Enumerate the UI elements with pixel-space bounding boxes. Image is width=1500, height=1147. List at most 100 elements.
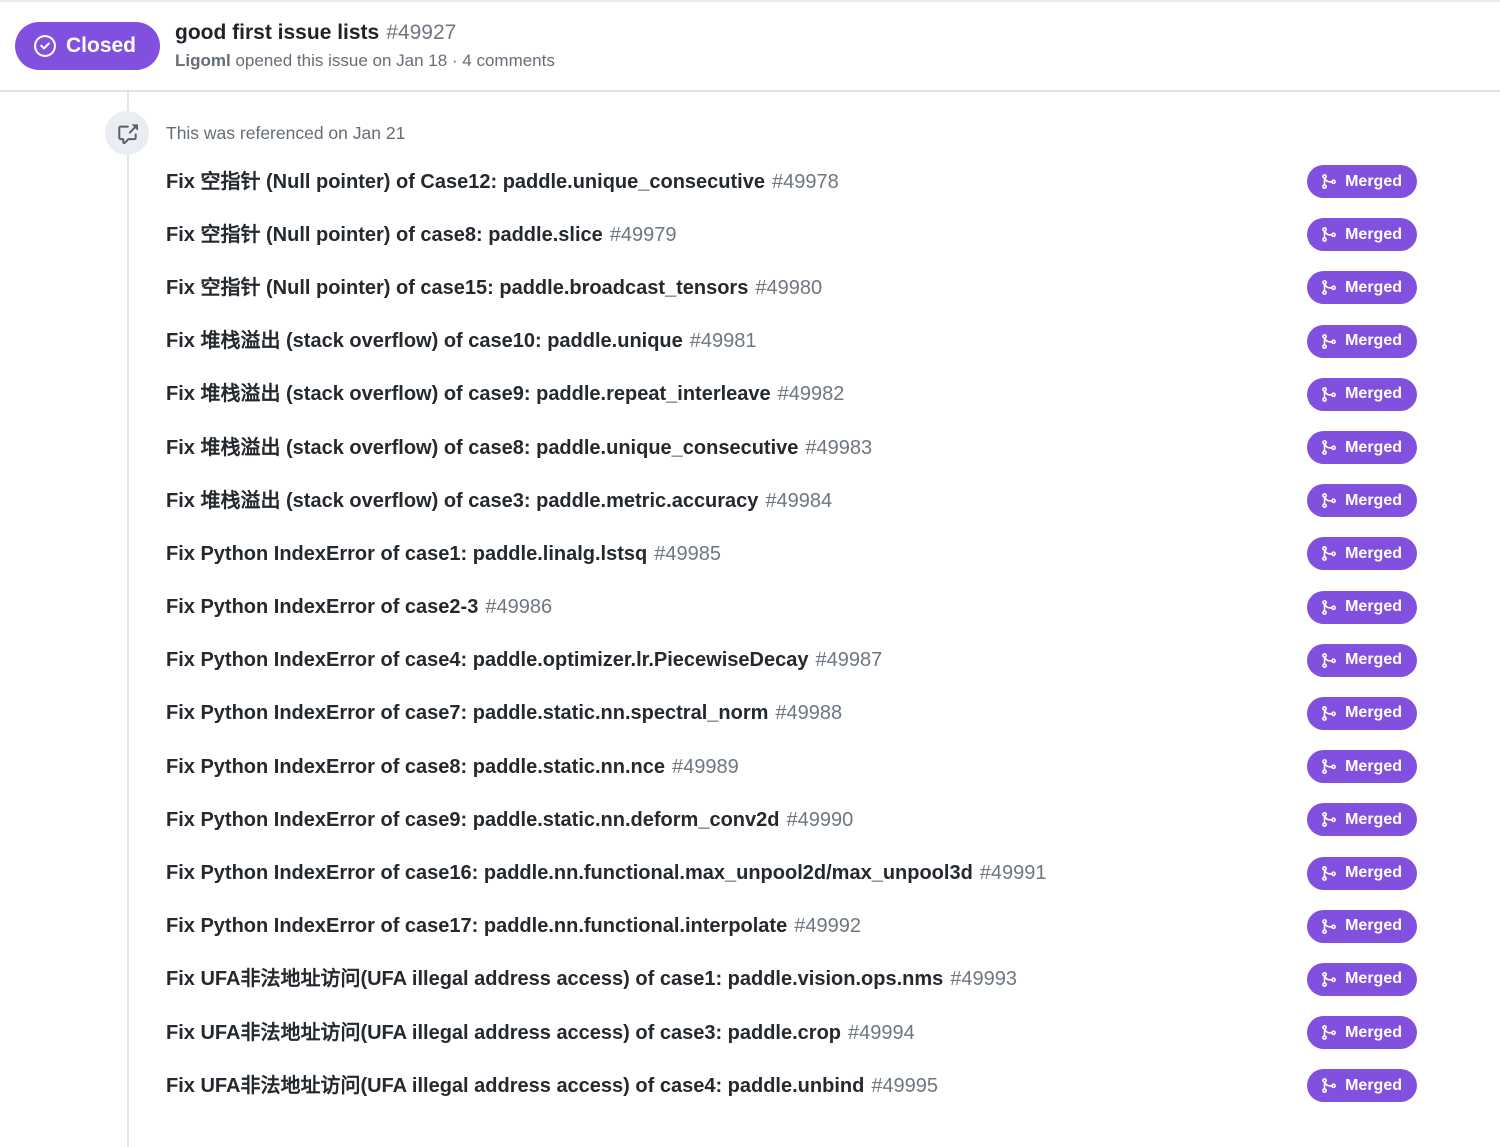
referenced-pr-number: #49983 xyxy=(805,437,872,459)
referenced-pr-link[interactable]: Fix 堆栈溢出 (stack overflow) of case3: padd… xyxy=(166,490,758,512)
referenced-item-row: Fix Python IndexError of case8: paddle.s… xyxy=(166,740,1417,793)
git-merge-icon xyxy=(1320,811,1337,828)
issue-title[interactable]: good first issue lists xyxy=(175,21,379,44)
referenced-item-row: Fix 堆栈溢出 (stack overflow) of case10: pad… xyxy=(166,315,1417,368)
referenced-pr-link[interactable]: Fix UFA非法地址访问(UFA illegal address access… xyxy=(166,968,943,990)
merged-badge[interactable]: Merged xyxy=(1307,963,1417,996)
merged-badge[interactable]: Merged xyxy=(1307,537,1417,570)
referenced-pr-link[interactable]: Fix UFA非法地址访问(UFA illegal address access… xyxy=(166,1075,864,1097)
referenced-pr-number: #49987 xyxy=(815,649,882,671)
git-merge-icon xyxy=(1320,173,1337,190)
git-merge-icon xyxy=(1320,599,1337,616)
referenced-item-row: Fix 堆栈溢出 (stack overflow) of case8: padd… xyxy=(166,421,1417,474)
merged-badge[interactable]: Merged xyxy=(1307,325,1417,358)
merged-badge[interactable]: Merged xyxy=(1307,591,1417,624)
issue-byline-text: opened this issue on Jan 18 · 4 comments xyxy=(231,51,555,70)
referenced-pr-title: Fix Python IndexError of case16: paddle.… xyxy=(166,860,1047,886)
referenced-pr-link[interactable]: Fix Python IndexError of case16: paddle.… xyxy=(166,862,973,884)
referenced-pr-link[interactable]: Fix 空指针 (Null pointer) of Case12: paddle… xyxy=(166,171,765,193)
merged-badge[interactable]: Merged xyxy=(1307,484,1417,517)
referenced-pr-number: #49989 xyxy=(672,756,739,778)
referenced-pr-link[interactable]: Fix Python IndexError of case1: paddle.l… xyxy=(166,543,647,565)
merged-badge[interactable]: Merged xyxy=(1307,271,1417,304)
referenced-pr-link[interactable]: Fix Python IndexError of case8: paddle.s… xyxy=(166,756,665,778)
git-merge-icon xyxy=(1320,333,1337,350)
referenced-pr-title: Fix 堆栈溢出 (stack overflow) of case9: padd… xyxy=(166,381,844,407)
merged-badge[interactable]: Merged xyxy=(1307,1016,1417,1049)
referenced-pr-link[interactable]: Fix Python IndexError of case4: paddle.o… xyxy=(166,649,808,671)
referenced-pr-title: Fix 空指针 (Null pointer) of Case12: paddle… xyxy=(166,169,839,195)
referenced-pr-number: #49982 xyxy=(778,383,845,405)
merged-badge[interactable]: Merged xyxy=(1307,378,1417,411)
referenced-pr-title: Fix Python IndexError of case8: paddle.s… xyxy=(166,754,739,780)
referenced-item-row: Fix Python IndexError of case2-3 #49986 M… xyxy=(166,581,1417,634)
merged-badge[interactable]: Merged xyxy=(1307,644,1417,677)
referenced-pr-link[interactable]: Fix 堆栈溢出 (stack overflow) of case10: pad… xyxy=(166,330,683,352)
cross-reference-event: This was referenced on Jan 21 xyxy=(105,111,405,155)
merged-badge[interactable]: Merged xyxy=(1307,1069,1417,1102)
merged-badge[interactable]: Merged xyxy=(1307,857,1417,890)
referenced-pr-link[interactable]: Fix Python IndexError of case2-3 xyxy=(166,596,478,618)
referenced-pr-link[interactable]: Fix UFA非法地址访问(UFA illegal address access… xyxy=(166,1022,841,1044)
merged-badge[interactable]: Merged xyxy=(1307,803,1417,836)
referenced-pr-title: Fix Python IndexError of case7: paddle.s… xyxy=(166,700,842,726)
issue-author-link[interactable]: Ligoml xyxy=(175,51,231,70)
referenced-pr-link[interactable]: Fix 空指针 (Null pointer) of case15: paddle… xyxy=(166,277,748,299)
referenced-item-row: Fix Python IndexError of case1: paddle.l… xyxy=(166,527,1417,580)
merged-badge-label: Merged xyxy=(1345,598,1402,616)
merged-badge-label: Merged xyxy=(1345,545,1402,563)
merged-badge[interactable]: Merged xyxy=(1307,165,1417,198)
merged-badge-label: Merged xyxy=(1345,917,1402,935)
referenced-pr-title: Fix 堆栈溢出 (stack overflow) of case10: pad… xyxy=(166,328,757,354)
referenced-pr-number: #49993 xyxy=(950,968,1017,990)
timeline-line xyxy=(127,92,129,1147)
referenced-pr-number: #49991 xyxy=(980,862,1047,884)
merged-badge[interactable]: Merged xyxy=(1307,910,1417,943)
git-merge-icon xyxy=(1320,918,1337,935)
merged-badge-label: Merged xyxy=(1345,492,1402,510)
referenced-item-row: Fix 堆栈溢出 (stack overflow) of case9: padd… xyxy=(166,368,1417,421)
merged-badge-label: Merged xyxy=(1345,651,1402,669)
referenced-list: Fix 空指针 (Null pointer) of Case12: paddle… xyxy=(166,155,1417,1112)
merged-badge[interactable]: Merged xyxy=(1307,697,1417,730)
merged-badge-label: Merged xyxy=(1345,1024,1402,1042)
git-merge-icon xyxy=(1320,545,1337,562)
issue-page: Closed good first issue lists#49927 Ligo… xyxy=(0,0,1500,1147)
merged-badge-label: Merged xyxy=(1345,332,1402,350)
referenced-pr-number: #49981 xyxy=(690,330,757,352)
merged-badge-label: Merged xyxy=(1345,970,1402,988)
merged-badge-label: Merged xyxy=(1345,811,1402,829)
git-merge-icon xyxy=(1320,279,1337,296)
git-merge-icon xyxy=(1320,971,1337,988)
git-merge-icon xyxy=(1320,1024,1337,1041)
git-merge-icon xyxy=(1320,492,1337,509)
referenced-pr-number: #49986 xyxy=(485,596,552,618)
referenced-item-row: Fix UFA非法地址访问(UFA illegal address access… xyxy=(166,953,1417,1006)
merged-badge[interactable]: Merged xyxy=(1307,750,1417,783)
referenced-pr-title: Fix 空指针 (Null pointer) of case8: paddle.… xyxy=(166,222,677,248)
issue-header-text: good first issue lists#49927 Ligoml open… xyxy=(175,20,555,72)
referenced-pr-number: #49992 xyxy=(794,915,861,937)
referenced-pr-link[interactable]: Fix Python IndexError of case7: paddle.s… xyxy=(166,702,768,724)
issue-title-line: good first issue lists#49927 xyxy=(175,20,555,46)
git-merge-icon xyxy=(1320,226,1337,243)
referenced-pr-link[interactable]: Fix 堆栈溢出 (stack overflow) of case8: padd… xyxy=(166,437,798,459)
referenced-pr-title: Fix 堆栈溢出 (stack overflow) of case8: padd… xyxy=(166,435,872,461)
referenced-pr-link[interactable]: Fix 空指针 (Null pointer) of case8: paddle.… xyxy=(166,224,603,246)
issue-byline: Ligoml opened this issue on Jan 18 · 4 c… xyxy=(175,50,555,72)
referenced-item-row: Fix Python IndexError of case16: paddle.… xyxy=(166,846,1417,899)
merged-badge[interactable]: Merged xyxy=(1307,431,1417,464)
issue-status-label: Closed xyxy=(66,34,136,58)
referenced-pr-number: #49985 xyxy=(654,543,721,565)
referenced-pr-title: Fix 空指针 (Null pointer) of case15: paddle… xyxy=(166,275,822,301)
referenced-pr-title: Fix UFA非法地址访问(UFA illegal address access… xyxy=(166,966,1017,992)
referenced-pr-link[interactable]: Fix Python IndexError of case9: paddle.s… xyxy=(166,809,779,831)
referenced-pr-number: #49980 xyxy=(755,277,822,299)
referenced-pr-number: #49979 xyxy=(610,224,677,246)
referenced-pr-number: #49984 xyxy=(765,490,832,512)
merged-badge[interactable]: Merged xyxy=(1307,218,1417,251)
referenced-pr-link[interactable]: Fix 堆栈溢出 (stack overflow) of case9: padd… xyxy=(166,383,771,405)
referenced-pr-title: Fix UFA非法地址访问(UFA illegal address access… xyxy=(166,1073,938,1099)
referenced-pr-link[interactable]: Fix Python IndexError of case17: paddle.… xyxy=(166,915,787,937)
git-merge-icon xyxy=(1320,652,1337,669)
